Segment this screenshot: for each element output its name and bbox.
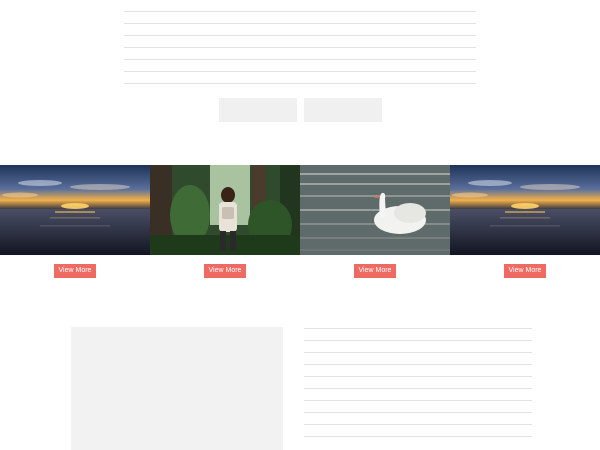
placeholder-line (304, 340, 532, 352)
gallery-actions: View More View More View More View More (0, 264, 600, 278)
placeholder-line (304, 328, 532, 340)
placeholder-button[interactable] (304, 98, 382, 122)
action-cell: View More (450, 264, 600, 278)
bottom-text-placeholder (304, 328, 532, 448)
placeholder-button[interactable] (219, 98, 297, 122)
image-gallery (0, 165, 600, 255)
placeholder-line (304, 352, 532, 364)
view-more-button[interactable]: View More (354, 264, 396, 278)
gallery-image-swan[interactable] (300, 165, 450, 255)
placeholder-line (304, 364, 532, 376)
action-cell: View More (0, 264, 150, 278)
view-more-button[interactable]: View More (204, 264, 246, 278)
view-more-button[interactable]: View More (504, 264, 546, 278)
image-placeholder (71, 327, 283, 450)
action-cell: View More (300, 264, 450, 278)
placeholder-line (304, 412, 532, 424)
gallery-image-forest[interactable] (150, 165, 300, 255)
placeholder-line (304, 424, 532, 436)
top-button-group (219, 98, 382, 122)
action-cell: View More (150, 264, 300, 278)
placeholder-line (124, 23, 476, 35)
placeholder-line (124, 47, 476, 59)
placeholder-line (304, 388, 532, 400)
placeholder-line (124, 59, 476, 71)
placeholder-line (124, 83, 476, 95)
placeholder-line (304, 376, 532, 388)
placeholder-line (124, 11, 476, 23)
gallery-image-sunset[interactable] (450, 165, 600, 255)
view-more-button[interactable]: View More (54, 264, 96, 278)
placeholder-line (124, 35, 476, 47)
page: View More View More View More View More (0, 0, 600, 450)
placeholder-line (124, 71, 476, 83)
placeholder-line (304, 436, 532, 448)
placeholder-line (304, 400, 532, 412)
gallery-image-sunset[interactable] (0, 165, 150, 255)
top-text-placeholder (124, 11, 476, 95)
